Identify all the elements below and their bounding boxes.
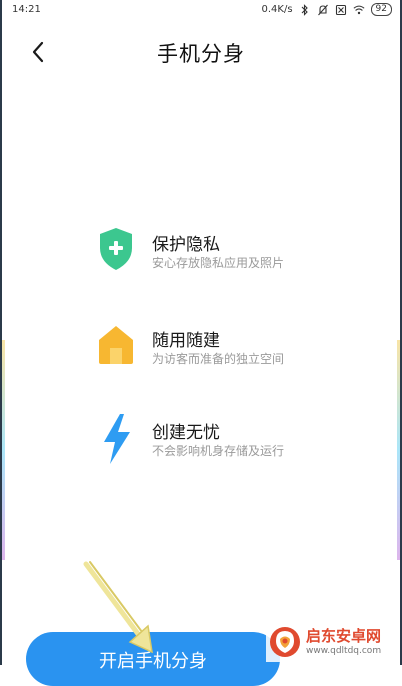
feature-item-privacy: 保护隐私 安心存放隐私应用及照片	[96, 226, 376, 282]
status-bar: 14:21 0.4K/s 92	[0, 0, 402, 22]
feature-title: 随用随建	[152, 331, 220, 351]
mute-bell-icon	[317, 4, 329, 16]
shield-plus-icon	[96, 226, 136, 272]
feature-desc: 不会影响机身存储及运行	[152, 444, 285, 458]
enable-second-space-button[interactable]: 开启手机分身	[26, 632, 280, 686]
edge-glow-left	[2, 340, 5, 560]
house-icon	[96, 322, 136, 368]
status-time: 14:21	[12, 4, 41, 15]
feature-item-guest: 随用随建 为访客而准备的独立空间	[96, 322, 376, 378]
battery-indicator: 92	[370, 3, 392, 16]
watermark: 启东安卓网 www.qdltdq.com	[266, 622, 398, 662]
feature-desc: 安心存放隐私应用及照片	[152, 256, 285, 270]
wifi-icon	[353, 4, 365, 16]
page-title: 手机分身	[157, 42, 245, 66]
edge-glow-right	[397, 340, 400, 560]
feature-desc: 为访客而准备的独立空间	[152, 352, 285, 366]
feature-item-worry-free: 创建无忧 不会影响机身存储及运行	[96, 414, 376, 470]
sim-off-icon	[335, 4, 347, 16]
watermark-url: www.qdltdq.com	[306, 646, 382, 656]
watermark-logo-icon	[270, 627, 300, 657]
status-icons: 0.4K/s 92	[261, 3, 392, 16]
bluetooth-icon	[299, 3, 311, 16]
feature-title: 创建无忧	[152, 423, 220, 443]
watermark-name: 启东安卓网	[306, 627, 382, 645]
watermark-text: 启东安卓网 www.qdltdq.com	[306, 627, 381, 657]
lightning-icon	[96, 414, 136, 464]
feature-title: 保护隐私	[152, 235, 220, 255]
network-speed: 0.4K/s	[261, 4, 293, 15]
header: 手机分身	[0, 30, 402, 74]
